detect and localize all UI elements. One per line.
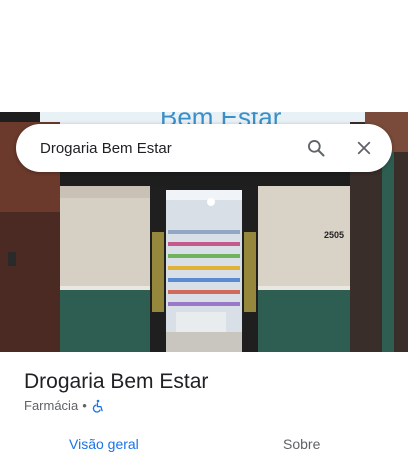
separator-dot: • — [82, 398, 87, 413]
house-number: 2505 — [324, 230, 344, 240]
search-input[interactable]: Drogaria Bem Estar — [16, 140, 292, 157]
search-icon — [308, 140, 325, 157]
search-button[interactable] — [292, 124, 340, 172]
close-icon — [357, 141, 371, 155]
close-button[interactable] — [340, 124, 388, 172]
place-title: Drogaria Bem Estar — [24, 370, 209, 393]
maps-place-screen: Bem Estar 2505 Drogaria Bem Estar Drogar… — [0, 0, 408, 464]
wheelchair-icon — [91, 399, 105, 413]
place-sheet: Drogaria Bem Estar Farmácia • Visão gera… — [0, 352, 408, 464]
search-bar[interactable]: Drogaria Bem Estar — [16, 124, 392, 172]
tab-about[interactable]: Sobre — [283, 436, 320, 452]
place-subtitle: Farmácia • — [24, 398, 105, 413]
tab-overview[interactable]: Visão geral — [69, 436, 139, 452]
place-category: Farmácia — [24, 398, 79, 413]
